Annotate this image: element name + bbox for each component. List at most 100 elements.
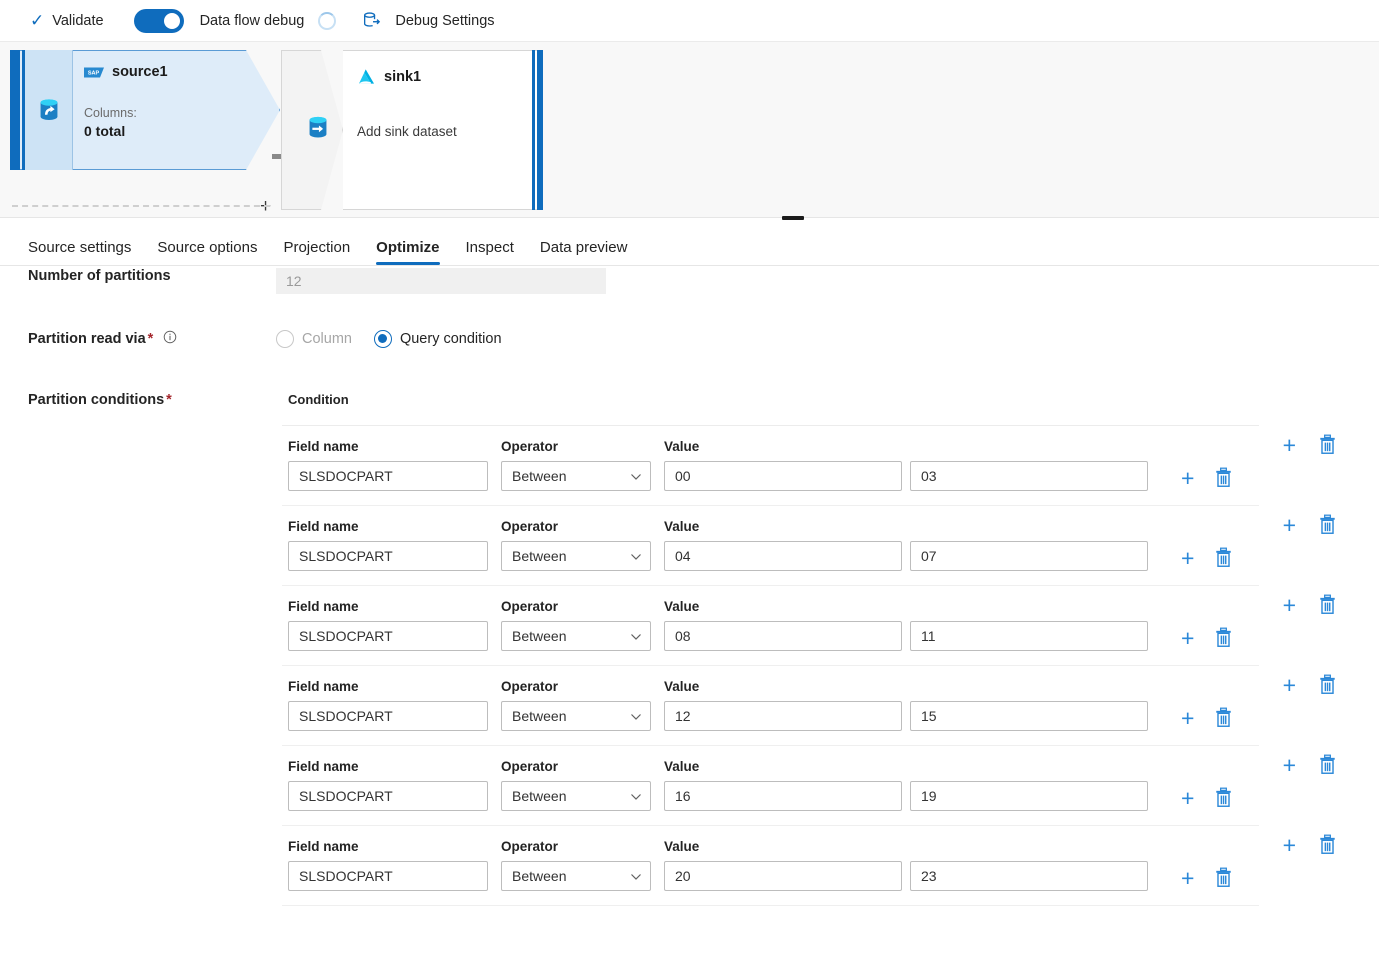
condition-fields: Field name SLSDOCPART Operator Between [276, 586, 1359, 665]
delete-condition-icon[interactable] [1318, 514, 1337, 535]
number-of-partitions-input: 12 [276, 268, 606, 294]
value-from-input[interactable]: 04 [664, 541, 902, 571]
operator-select[interactable]: Between [501, 461, 651, 491]
dataflow-canvas: SAP source1 Columns: 0 total + [0, 42, 1379, 218]
debug-settings-button[interactable]: Debug Settings [389, 9, 500, 33]
add-row-icon[interactable]: + [1181, 469, 1194, 487]
value-to-input[interactable]: 03 [910, 461, 1148, 491]
field-name-input[interactable]: SLSDOCPART [288, 541, 488, 571]
delete-condition-icon[interactable] [1318, 434, 1337, 455]
value-group: Value 04 07 [664, 519, 1148, 571]
tab-inspect[interactable]: Inspect [466, 239, 514, 265]
add-condition-icon[interactable]: + [1283, 596, 1296, 614]
add-condition-icon[interactable]: + [1283, 756, 1296, 774]
condition-fields: Field name SLSDOCPART Operator Between [276, 506, 1359, 585]
delete-condition-icon[interactable] [1318, 674, 1337, 695]
operator-select[interactable]: Between [501, 861, 651, 891]
condition-fields: Field name SLSDOCPART Operator Between [276, 426, 1359, 505]
data-flow-debug-label: Data flow debug [200, 13, 305, 29]
field-name-input[interactable]: SLSDOCPART [288, 701, 488, 731]
value-from-input[interactable]: 16 [664, 781, 902, 811]
delete-row-icon[interactable] [1214, 787, 1233, 808]
operator-label: Operator [501, 839, 664, 854]
radio-dot-query-condition [374, 330, 392, 348]
field-name-label: Field name [288, 679, 501, 694]
tab-source-settings[interactable]: Source settings [28, 239, 131, 265]
value-to-input[interactable]: 07 [910, 541, 1148, 571]
required-asterisk: * [148, 331, 154, 347]
add-condition-icon[interactable]: + [1283, 836, 1296, 854]
delete-condition-icon[interactable] [1318, 834, 1337, 855]
value-group: Value 08 11 [664, 599, 1148, 651]
delete-row-icon[interactable] [1214, 467, 1233, 488]
add-row-icon[interactable]: + [1181, 789, 1194, 807]
operator-select[interactable]: Between [501, 781, 651, 811]
validate-button[interactable]: ✓ Validate [24, 8, 110, 33]
sink-node[interactable]: sink1 Add sink dataset [281, 50, 543, 210]
panel-collapse-handle[interactable] [782, 216, 804, 220]
operator-select[interactable]: Between [501, 701, 651, 731]
radio-label-column: Column [302, 331, 352, 347]
delete-row-icon[interactable] [1214, 627, 1233, 648]
field-name-label: Field name [288, 439, 501, 454]
source-node[interactable]: SAP source1 Columns: 0 total [10, 50, 280, 170]
tab-projection[interactable]: Projection [283, 239, 350, 265]
value-from-input[interactable]: 12 [664, 701, 902, 731]
value-to-input[interactable]: 15 [910, 701, 1148, 731]
delta-lake-icon [357, 67, 376, 86]
sink-node-body: sink1 Add sink dataset [343, 50, 543, 210]
delete-row-icon[interactable] [1214, 867, 1233, 888]
delete-condition-icon[interactable] [1318, 754, 1337, 775]
delete-row-icon[interactable] [1214, 547, 1233, 568]
add-condition-icon[interactable]: + [1283, 516, 1296, 534]
row-actions-inner: + [1181, 787, 1233, 811]
row-actions-outer: + [1283, 434, 1337, 455]
field-name-label: Field name [288, 759, 501, 774]
partition-conditions-label-text: Partition conditions [28, 392, 164, 408]
operator-label: Operator [501, 599, 664, 614]
add-row-icon[interactable]: + [1181, 549, 1194, 567]
value-label: Value [664, 599, 1148, 614]
row-actions-outer: + [1283, 594, 1337, 615]
field-name-input[interactable]: SLSDOCPART [288, 621, 488, 651]
condition-fields: Field name SLSDOCPART Operator Between [276, 666, 1359, 745]
value-to-input[interactable]: 19 [910, 781, 1148, 811]
debug-settings-icon[interactable] [362, 11, 381, 30]
add-condition-icon[interactable]: + [1283, 436, 1296, 454]
field-name-group: Field name SLSDOCPART [288, 679, 501, 731]
radio-option-query-condition[interactable]: Query condition [374, 330, 502, 348]
field-name-input[interactable]: SLSDOCPART [288, 861, 488, 891]
tab-data-preview[interactable]: Data preview [540, 239, 628, 265]
value-from-input[interactable]: 00 [664, 461, 902, 491]
operator-select-wrap: Between [501, 781, 651, 811]
value-to-input[interactable]: 11 [910, 621, 1148, 651]
tab-optimize[interactable]: Optimize [376, 239, 439, 265]
settings-tabs: Source settings Source options Projectio… [0, 218, 1379, 266]
value-group: Value 00 03 [664, 439, 1148, 491]
data-flow-debug-toggle[interactable] [134, 9, 184, 33]
value-to-input[interactable]: 23 [910, 861, 1148, 891]
delete-condition-icon[interactable] [1318, 594, 1337, 615]
sink-node-subtitle[interactable]: Add sink dataset [357, 124, 542, 139]
condition-fields: Field name SLSDOCPART Operator Between [276, 746, 1359, 825]
operator-group: Operator Between [501, 759, 664, 811]
value-from-input[interactable]: 20 [664, 861, 902, 891]
add-row-icon[interactable]: + [1181, 709, 1194, 727]
value-from-input[interactable]: 08 [664, 621, 902, 651]
condition-fields: Field name SLSDOCPART Operator Between [276, 826, 1359, 905]
add-row-icon[interactable]: + [1181, 629, 1194, 647]
field-name-input[interactable]: SLSDOCPART [288, 781, 488, 811]
field-name-input[interactable]: SLSDOCPART [288, 461, 488, 491]
operator-select[interactable]: Between [501, 621, 651, 651]
row-actions-outer: + [1283, 514, 1337, 535]
add-condition-icon[interactable]: + [1283, 676, 1296, 694]
sink-node-title: sink1 [357, 67, 542, 86]
source-node-title: SAP source1 [84, 64, 246, 80]
optimize-panel: Number of partitions 12 Partition read v… [0, 266, 1379, 953]
tab-source-options[interactable]: Source options [157, 239, 257, 265]
delete-row-icon[interactable] [1214, 707, 1233, 728]
add-row-icon[interactable]: + [1181, 869, 1194, 887]
field-name-group: Field name SLSDOCPART [288, 599, 501, 651]
info-icon[interactable] [163, 330, 177, 348]
operator-select[interactable]: Between [501, 541, 651, 571]
